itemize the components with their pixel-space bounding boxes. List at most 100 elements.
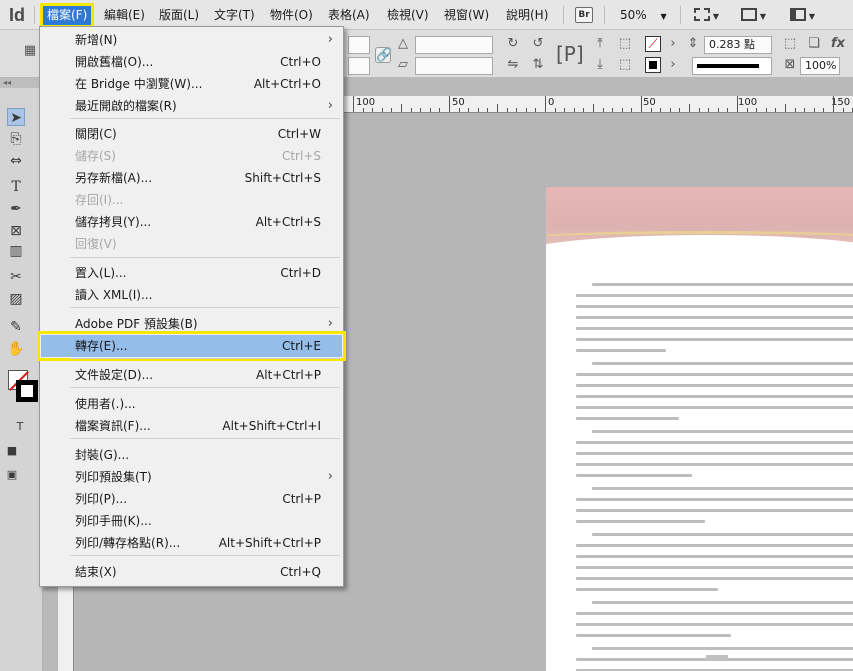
reference-point-icon[interactable]: ▦ <box>22 43 38 59</box>
rotation-angle-field[interactable] <box>415 36 493 54</box>
scissors-tool-icon[interactable]: ✂ <box>7 268 25 286</box>
ruler-tick <box>458 108 460 112</box>
menu-item-文件設定[interactable]: 文件設定(D)... Alt+Ctrl+P <box>41 364 342 386</box>
page-header-artwork <box>546 187 853 275</box>
ruler-tick <box>573 108 575 112</box>
gap-tool-icon[interactable]: ⇔ <box>7 152 25 170</box>
hand-tool-icon[interactable]: ✋ <box>7 340 25 358</box>
text-line <box>576 417 679 420</box>
menu-view[interactable]: 檢視(V) <box>383 6 433 25</box>
ruler-tick <box>775 108 777 112</box>
menu-item-另存新檔[interactable]: 另存新檔(A)... Shift+Ctrl+S <box>41 167 342 189</box>
ruler-tick <box>429 108 431 112</box>
control-field[interactable] <box>348 36 370 54</box>
menu-item-儲存拷貝[interactable]: 儲存拷貝(Y)... Alt+Ctrl+S <box>41 211 342 233</box>
menu-item-列印預設集[interactable]: 列印預設集(T) › <box>41 466 342 488</box>
stroke-swatch[interactable] <box>645 57 661 73</box>
opacity-icon: ⊠ <box>784 57 796 72</box>
screen-mode-button[interactable]: ▼ <box>740 6 766 24</box>
page-tool-icon[interactable]: ⎘ <box>7 130 25 148</box>
menu-item-adobe-pdf-預設集[interactable]: Adobe PDF 預設集(B) › <box>41 313 342 335</box>
note-tool-icon[interactable]: ✎ <box>7 318 25 336</box>
fill-none-swatch[interactable]: ⟋ <box>645 36 661 52</box>
menu-item-使用者[interactable]: 使用者(.)... <box>41 393 342 415</box>
ruler-tick <box>506 108 508 112</box>
chevron-right-icon: › <box>327 98 333 113</box>
rotate-ccw-icon[interactable]: ↺ <box>530 36 546 52</box>
gradient-tool-icon[interactable]: ▨ <box>7 290 25 308</box>
stroke-type-select[interactable] <box>692 57 772 75</box>
menu-file[interactable]: 檔案(F) <box>39 3 95 28</box>
type-tool-icon[interactable]: T <box>7 178 25 196</box>
apply-color-icon[interactable]: ■ <box>3 442 21 460</box>
stroke-color-swatch[interactable] <box>16 380 38 402</box>
menu-type[interactable]: 文字(T) <box>210 6 259 25</box>
ruler-tick <box>669 108 671 112</box>
text-line <box>576 294 853 297</box>
menu-edit[interactable]: 編輯(E) <box>100 6 149 25</box>
menu-object[interactable]: 物件(O) <box>266 6 317 25</box>
menu-help[interactable]: 說明(H) <box>502 6 552 25</box>
flip-horizontal-icon[interactable]: ⇋ <box>505 57 521 73</box>
menu-separator <box>70 257 340 258</box>
menu-item-列印手冊[interactable]: 列印手冊(K)... <box>41 510 342 532</box>
menu-item-列印[interactable]: 列印(P)... Ctrl+P <box>41 488 342 510</box>
zoom-level-select[interactable]: 50% ▼ <box>620 6 667 25</box>
chevron-right-icon[interactable]: › <box>665 57 681 73</box>
document-page[interactable] <box>546 187 853 671</box>
menu-item-在-bridge-中瀏覽[interactable]: 在 Bridge 中瀏覽(W)... Alt+Ctrl+O <box>41 73 342 95</box>
flip-vertical-icon[interactable]: ⇅ <box>530 57 546 73</box>
select-previous-icon[interactable]: ⤓ <box>592 57 608 73</box>
menu-layout[interactable]: 版面(L) <box>155 6 203 25</box>
menu-item-shortcut: Ctrl+S <box>281 149 321 163</box>
menubar-divider <box>34 6 35 24</box>
table-tool-icon[interactable]: ▥ <box>7 242 25 260</box>
formatting-affects-text-icon[interactable]: T <box>11 418 29 436</box>
menu-item-新增[interactable]: 新增(N) › <box>41 29 342 51</box>
menu-table[interactable]: 表格(A) <box>324 6 374 25</box>
select-next-icon[interactable]: ⬚ <box>617 57 633 73</box>
menu-item-label: 結束(X) <box>75 565 117 579</box>
select-content-icon[interactable]: ⬚ <box>617 36 633 52</box>
stroke-weight-field[interactable]: 0.283 點 <box>704 36 772 54</box>
collapse-panel-icon[interactable]: ◂◂ <box>0 78 43 88</box>
stroke-weight-stepper[interactable]: ⇕ <box>685 36 701 52</box>
menu-item-封裝[interactable]: 封裝(G)... <box>41 444 342 466</box>
rectangle-frame-tool-icon[interactable]: ⊠ <box>7 222 25 240</box>
opacity-field[interactable]: 100% <box>800 57 840 75</box>
file-menu-dropdown: 新增(N) › 開啟舊檔(O)... Ctrl+O 在 Bridge 中瀏覽(W)...… <box>37 26 346 587</box>
menu-item-轉存[interactable]: 轉存(E)... Ctrl+E <box>37 331 346 361</box>
effects-fx-icon[interactable]: fx <box>830 36 846 52</box>
constrain-proportions-icon[interactable]: 🔗 <box>375 47 392 63</box>
bridge-button[interactable]: Br <box>575 7 593 23</box>
chevron-down-icon: ▼ <box>660 12 667 21</box>
menu-item-關閉[interactable]: 關閉(C) Ctrl+W <box>41 123 342 145</box>
fit-frame-icon[interactable]: ⬚ <box>782 36 798 52</box>
text-line <box>576 544 853 547</box>
drop-shadow-icon[interactable]: ❏ <box>806 36 822 52</box>
page-footer <box>706 655 728 661</box>
pen-tool-icon[interactable]: ✒ <box>7 200 25 218</box>
text-line <box>576 327 853 330</box>
text-line <box>576 555 853 558</box>
menu-item-最近開啟的檔案[interactable]: 最近開啟的檔案(R) › <box>41 95 342 117</box>
shear-angle-field[interactable] <box>415 57 493 75</box>
select-container-icon[interactable]: ⤒ <box>592 36 608 52</box>
view-options-button[interactable]: ▼ <box>693 6 719 24</box>
chevron-right-icon[interactable]: › <box>665 36 681 52</box>
menu-item-結束[interactable]: 結束(X) Ctrl+Q <box>41 561 342 583</box>
menu-item-檔案資訊[interactable]: 檔案資訊(F)... Alt+Shift+Ctrl+I <box>41 415 342 437</box>
menu-item-置入[interactable]: 置入(L)... Ctrl+D <box>41 262 342 284</box>
normal-view-icon[interactable]: ▣ <box>3 466 21 484</box>
chevron-right-icon: › <box>327 316 333 331</box>
control-field[interactable] <box>348 57 370 75</box>
rotate-cw-icon[interactable]: ↻ <box>505 36 521 52</box>
selection-tool-icon[interactable]: ➤ <box>7 108 25 126</box>
text-line <box>576 384 853 387</box>
menu-window[interactable]: 視窗(W) <box>440 6 493 25</box>
menu-item-開啟舊檔[interactable]: 開啟舊檔(O)... Ctrl+O <box>41 51 342 73</box>
menu-item-列印-轉存格點[interactable]: 列印/轉存格點(R)... Alt+Shift+Ctrl+P <box>41 532 342 554</box>
ruler-tick <box>372 108 374 112</box>
arrange-documents-button[interactable]: ▼ <box>789 6 815 24</box>
menu-item-讀入-xml[interactable]: 讀入 XML(I)... <box>41 284 342 306</box>
